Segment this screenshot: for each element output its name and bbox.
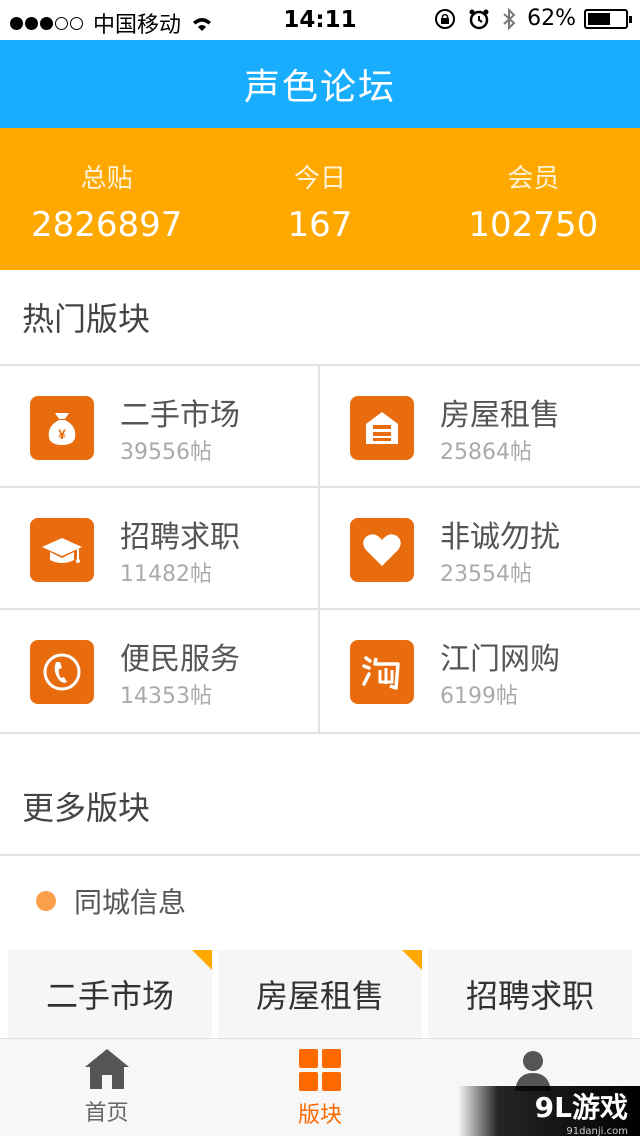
home-icon [84,1049,129,1089]
user-icon [515,1051,552,1091]
bluetooth-icon [503,7,516,30]
svg-text:¥: ¥ [58,426,66,442]
hot-item-name: 江门网购 [440,642,560,677]
status-bar: 中国移动 14:11 62% [0,0,640,40]
battery-icon [584,8,632,29]
hot-item-count: 39556帖 [120,440,212,465]
hot-item-dating[interactable]: 非诚勿扰 23554帖 [320,488,640,610]
stat-value: 2826897 [30,205,183,245]
money-bag-icon: ¥ [30,396,94,460]
status-right: 62% [433,6,632,31]
hot-item-count: 14353帖 [120,684,212,709]
stat-label: 会员 [507,164,560,194]
hot-item-name: 房屋租售 [440,398,560,433]
corner-flag-icon [402,950,422,970]
watermark-logo: 9L游戏 91danji.com [458,1086,640,1136]
watermark-text: 9L游戏 [534,1090,628,1124]
battery-percent: 62% [527,6,576,31]
hot-item-jobs[interactable]: 招聘求职 11482帖 [0,488,320,610]
stat-value: 167 [287,205,353,245]
more-sections-title: 更多版块 [0,758,640,856]
stat-today: 今日 167 [213,128,426,270]
alarm-icon [469,9,489,29]
sub-tile-label: 二手市场 [45,977,174,1015]
category-label: 同城信息 [74,886,187,919]
stat-label: 总贴 [80,164,133,194]
house-icon [350,396,414,460]
stat-label: 今日 [293,164,346,194]
category-bullet-icon [36,891,56,911]
phone-icon [30,640,94,704]
hot-item-name: 非诚勿扰 [440,520,560,555]
taobao-icon [350,640,414,704]
tab-home[interactable]: 首页 [0,1039,213,1136]
hot-sections-title: 热门版块 [0,270,640,366]
tab-label: 版块 [297,1103,342,1128]
page-title: 声色论坛 [0,40,640,128]
category-local-info[interactable]: 同城信息 [0,856,640,946]
stat-value: 102750 [468,205,599,245]
section-spacer [0,734,640,758]
sub-tile-second-hand[interactable]: 二手市场 [8,950,212,1038]
sub-section-tiles: 二手市场 房屋租售 招聘求职 [0,946,640,1038]
watermark-site: 91danji.com [566,1125,628,1136]
hot-item-name: 二手市场 [120,398,240,433]
sub-tile-jobs[interactable]: 招聘求职 [428,950,632,1038]
heart-icon [350,518,414,582]
hot-item-housing[interactable]: 房屋租售 25864帖 [320,366,640,488]
hot-item-count: 23554帖 [440,562,532,587]
sub-tile-label: 房屋租售 [255,977,384,1015]
hot-item-count: 11482帖 [120,562,212,587]
hot-sections-grid: ¥ 二手市场 39556帖 房屋租售 25864帖 招聘求职 11482帖 非诚… [0,366,640,734]
hot-item-count: 25864帖 [440,440,532,465]
hot-item-shopping[interactable]: 江门网购 6199帖 [320,610,640,734]
hot-item-name: 招聘求职 [120,520,240,555]
stat-members: 会员 102750 [427,128,640,270]
forum-stats: 总贴 2826897 今日 167 会员 102750 [0,128,640,270]
stat-total-posts: 总贴 2826897 [0,128,213,270]
hot-item-count: 6199帖 [440,684,518,709]
tab-sections[interactable]: 版块 [213,1039,426,1136]
hot-item-second-hand[interactable]: ¥ 二手市场 39556帖 [0,366,320,488]
hot-item-name: 便民服务 [120,642,240,677]
hot-item-services[interactable]: 便民服务 14353帖 [0,610,320,734]
graduation-cap-icon [30,518,94,582]
grid-icon [298,1049,341,1091]
sub-tile-housing[interactable]: 房屋租售 [218,950,422,1038]
sub-tile-label: 招聘求职 [465,977,594,1015]
corner-flag-icon [192,950,212,970]
rotation-lock-icon [435,8,456,29]
tab-label: 首页 [84,1101,129,1126]
